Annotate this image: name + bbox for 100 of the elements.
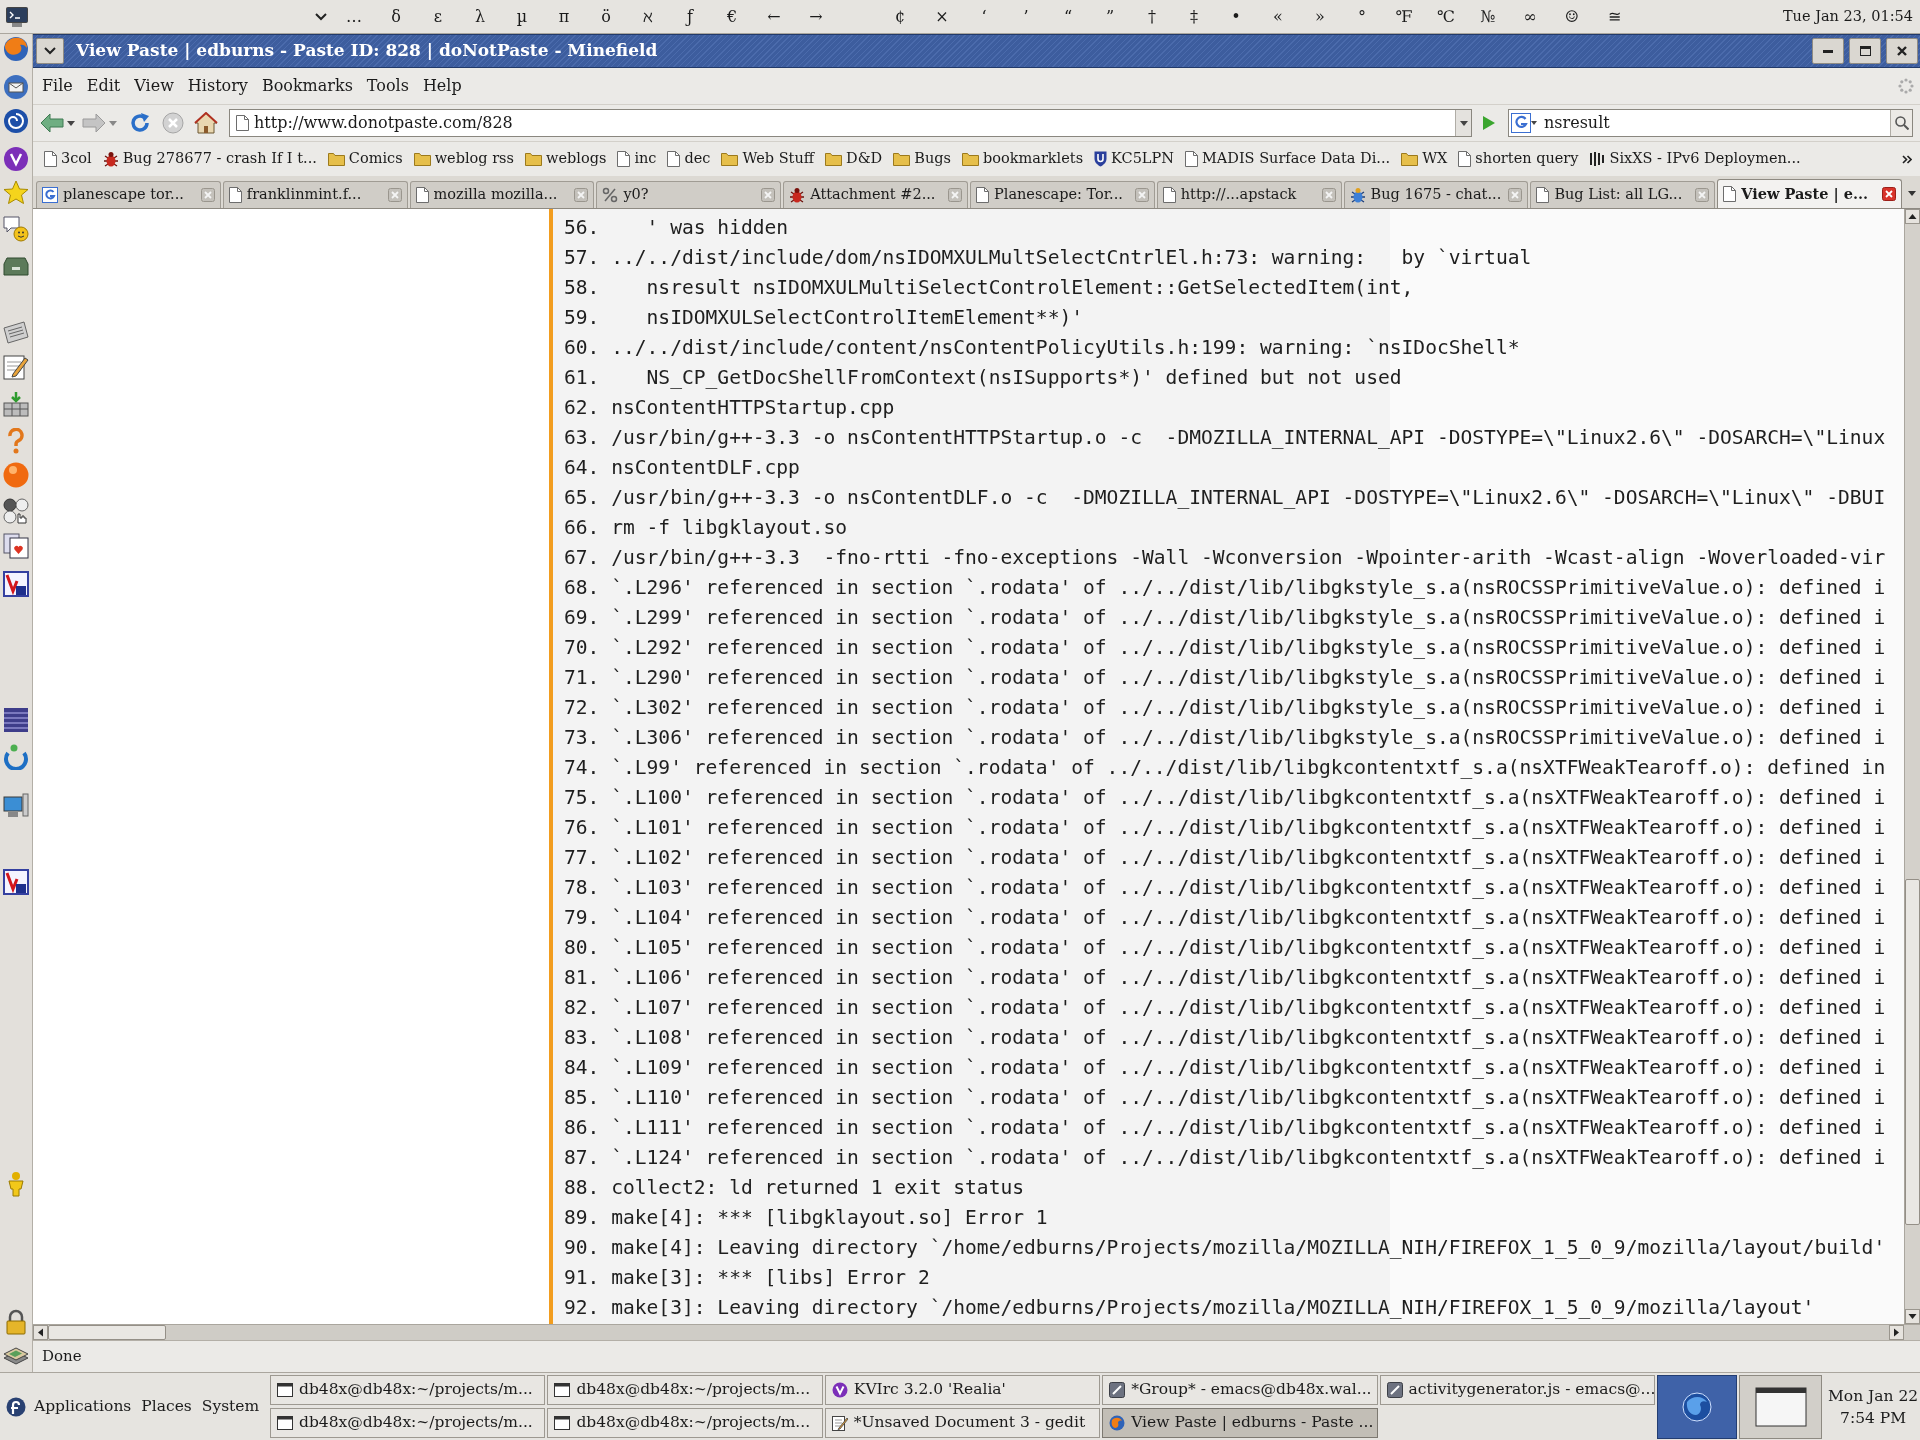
tab[interactable]: Planescape: Tor... xyxy=(970,181,1155,208)
character-key[interactable]: ≅ xyxy=(1593,1,1635,32)
character-key[interactable]: » xyxy=(1299,1,1341,32)
striped-tile-icon[interactable] xyxy=(3,707,29,733)
dropdown-caret-icon[interactable] xyxy=(67,120,75,126)
double-chevron-icon[interactable] xyxy=(1902,154,1912,164)
character-key[interactable]: µ xyxy=(501,1,543,32)
bookmark[interactable]: shorten query xyxy=(1454,146,1583,172)
window-button[interactable]: KVIrc 3.2.0 'Realia' xyxy=(824,1375,1101,1405)
window-menu-button[interactable] xyxy=(36,38,64,64)
chat-icon[interactable] xyxy=(3,216,29,242)
url-field[interactable]: http://www.donotpaste.com/828 xyxy=(229,109,1472,137)
character-key[interactable]: ☺ xyxy=(1551,1,1593,32)
character-key[interactable]: ƒ xyxy=(669,1,711,32)
bookmark-folder[interactable]: Bugs xyxy=(889,146,955,172)
tab[interactable]: Bug 1675 - chat... xyxy=(1343,181,1529,208)
character-key[interactable]: ℃ xyxy=(1425,1,1467,32)
search-button[interactable] xyxy=(1890,110,1912,136)
envelope-icon[interactable] xyxy=(3,74,29,100)
character-key[interactable]: ¢ xyxy=(879,1,921,32)
scrollbar-thumb[interactable] xyxy=(48,1325,166,1340)
tab[interactable]: planescape tor... xyxy=(36,181,221,208)
character-key[interactable]: ° xyxy=(1341,1,1383,32)
bookmark-folder[interactable]: D&D xyxy=(821,146,887,172)
bookmark-folder[interactable]: WX xyxy=(1397,146,1452,172)
minimize-button[interactable] xyxy=(1812,38,1844,64)
character-key[interactable]: “ xyxy=(1047,1,1089,32)
character-key[interactable]: ” xyxy=(1089,1,1131,32)
tab[interactable]: View Paste | e... xyxy=(1717,179,1902,208)
window-button[interactable]: *Unsaved Document 3 - gedit xyxy=(824,1408,1101,1438)
character-key[interactable]: ℉ xyxy=(1383,1,1425,32)
window-button[interactable]: *Group* - emacs@db48x.wal... xyxy=(1102,1375,1378,1405)
character-key[interactable]: № xyxy=(1467,1,1509,32)
maximize-button[interactable] xyxy=(1849,38,1881,64)
bookmark-folder[interactable]: Web Stuff xyxy=(717,146,819,172)
character-key[interactable]: • xyxy=(1215,1,1257,32)
bookmark[interactable]: 3col xyxy=(40,146,96,172)
character-key[interactable]: λ xyxy=(459,1,501,32)
tab[interactable]: Attachment #2... xyxy=(783,181,968,208)
character-key[interactable]: € xyxy=(711,1,753,32)
workspace-cell[interactable] xyxy=(1657,1374,1737,1439)
window-button[interactable]: db48x@db48x:~/projects/m... xyxy=(270,1375,546,1405)
bookmark[interactable]: inc xyxy=(613,146,661,172)
bookmark-folder[interactable]: Comics xyxy=(323,146,407,172)
menu-item[interactable]: Tools xyxy=(359,72,416,100)
panel-menu[interactable]: Applications xyxy=(29,1391,137,1422)
character-key[interactable]: ‘ xyxy=(963,1,1005,32)
character-key[interactable]: † xyxy=(1131,1,1173,32)
horizontal-scrollbar[interactable] xyxy=(33,1324,1920,1340)
vertical-scrollbar[interactable] xyxy=(1904,209,1920,1324)
close-button[interactable] xyxy=(1886,38,1918,64)
bookmark-folder[interactable]: bookmarklets xyxy=(957,146,1088,172)
character-key[interactable]: ∞ xyxy=(1509,1,1551,32)
character-key[interactable]: ‡ xyxy=(1173,1,1215,32)
menu-item[interactable]: Help xyxy=(415,72,469,100)
menu-item[interactable]: File xyxy=(35,72,80,100)
panel-menu[interactable]: Places xyxy=(136,1391,197,1422)
menu-item[interactable]: Edit xyxy=(79,72,128,100)
chevron-disc-icon[interactable] xyxy=(3,146,29,172)
bookmark[interactable]: dec xyxy=(663,146,715,172)
close-icon[interactable] xyxy=(1881,187,1896,201)
character-key[interactable]: « xyxy=(1257,1,1299,32)
bookmark-folder[interactable]: weblog rss xyxy=(409,146,518,172)
bookmark[interactable]: KC5LPN xyxy=(1090,146,1178,172)
window-button[interactable]: db48x@db48x:~/projects/m... xyxy=(270,1408,546,1438)
v-tile-icon[interactable] xyxy=(3,869,29,895)
window-button[interactable]: db48x@db48x:~/projects/m... xyxy=(547,1375,823,1405)
panel-menu[interactable]: System xyxy=(196,1391,265,1422)
search-field[interactable]: nsresult xyxy=(1508,109,1913,137)
bookmark[interactable]: Bug 278677 - crash If I t... xyxy=(98,146,321,172)
character-key[interactable]: → xyxy=(795,1,837,32)
star-icon[interactable] xyxy=(3,180,29,206)
lock-icon[interactable] xyxy=(3,1309,29,1335)
dropdown-button[interactable] xyxy=(1455,110,1471,136)
package-icon[interactable] xyxy=(3,391,29,417)
menu-item[interactable]: History xyxy=(180,72,255,100)
logo-disc-icon[interactable] xyxy=(6,1396,26,1417)
clock[interactable]: Tue Jan 23, 01:54 xyxy=(1782,5,1913,28)
workspace-cell[interactable] xyxy=(1739,1374,1822,1439)
menu-item[interactable]: View xyxy=(127,72,181,100)
cards-icon[interactable] xyxy=(3,533,29,559)
calculator-icon[interactable] xyxy=(3,320,29,346)
tab[interactable]: franklinmint.f... xyxy=(222,181,408,208)
person-ring-icon[interactable] xyxy=(3,744,29,770)
home-button[interactable] xyxy=(192,109,220,137)
character-key[interactable]: ← xyxy=(753,1,795,32)
window-button[interactable]: db48x@db48x:~/projects/m... xyxy=(547,1408,823,1438)
clock[interactable]: Mon Jan 22 7:54 PM xyxy=(1828,1384,1919,1429)
arc-tile-icon[interactable] xyxy=(1511,113,1537,133)
character-key[interactable]: δ xyxy=(375,1,417,32)
character-key[interactable]: ’ xyxy=(1005,1,1047,32)
character-key[interactable]: ℵ xyxy=(627,1,669,32)
menu-item[interactable]: Bookmarks xyxy=(254,72,360,100)
bookmark[interactable]: SixXS - IPv6 Deploymen... xyxy=(1585,146,1805,172)
terminal-icon[interactable] xyxy=(5,6,28,27)
character-key[interactable]: … xyxy=(333,1,375,32)
character-key[interactable]: ε xyxy=(417,1,459,32)
character-key[interactable]: × xyxy=(921,1,963,32)
notepad-icon[interactable] xyxy=(3,354,29,380)
bookmark-folder[interactable]: weblogs xyxy=(521,146,611,172)
